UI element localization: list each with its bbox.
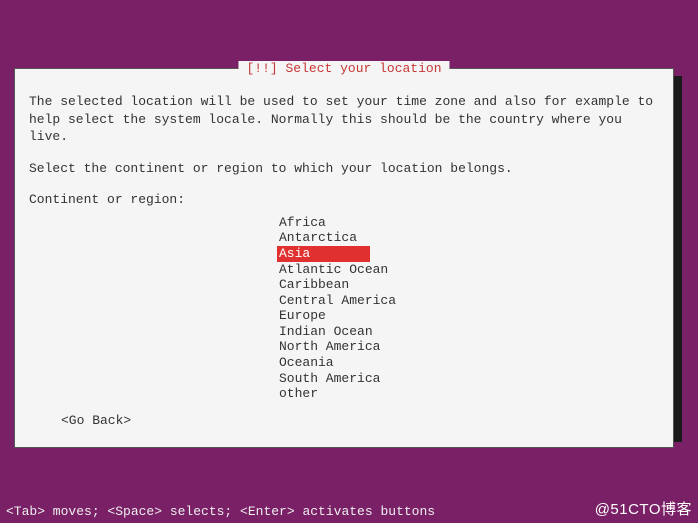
- dialog-body: The selected location will be used to se…: [29, 93, 659, 429]
- keyboard-help: <Tab> moves; <Space> selects; <Enter> ac…: [6, 504, 435, 519]
- region-option[interactable]: Atlantic Ocean: [277, 262, 390, 278]
- region-list: AfricaAntarcticaAsiaAtlantic OceanCaribb…: [277, 215, 659, 402]
- location-dialog: [!!] Select your location The selected l…: [14, 68, 674, 448]
- region-option[interactable]: Indian Ocean: [277, 324, 375, 340]
- region-option[interactable]: Central America: [277, 293, 398, 309]
- footer-bar: <Tab> moves; <Space> selects; <Enter> ac…: [2, 496, 696, 521]
- region-option[interactable]: Caribbean: [277, 277, 351, 293]
- go-back-button[interactable]: <Go Back>: [61, 412, 131, 430]
- region-option[interactable]: Africa: [277, 215, 328, 231]
- intro-text-1: The selected location will be used to se…: [29, 93, 659, 146]
- region-option[interactable]: other: [277, 386, 320, 402]
- intro-text-2: Select the continent or region to which …: [29, 160, 659, 178]
- dialog-box: [!!] Select your location The selected l…: [14, 68, 674, 448]
- region-option[interactable]: North America: [277, 339, 382, 355]
- prompt-label: Continent or region:: [29, 191, 659, 209]
- dialog-title: [!!] Select your location: [238, 61, 449, 76]
- region-option[interactable]: South America: [277, 371, 382, 387]
- region-option[interactable]: Oceania: [277, 355, 336, 371]
- watermark: @51CTO博客: [595, 498, 692, 519]
- region-option[interactable]: Antarctica: [277, 230, 359, 246]
- region-option[interactable]: Europe: [277, 308, 328, 324]
- region-option[interactable]: Asia: [277, 246, 370, 262]
